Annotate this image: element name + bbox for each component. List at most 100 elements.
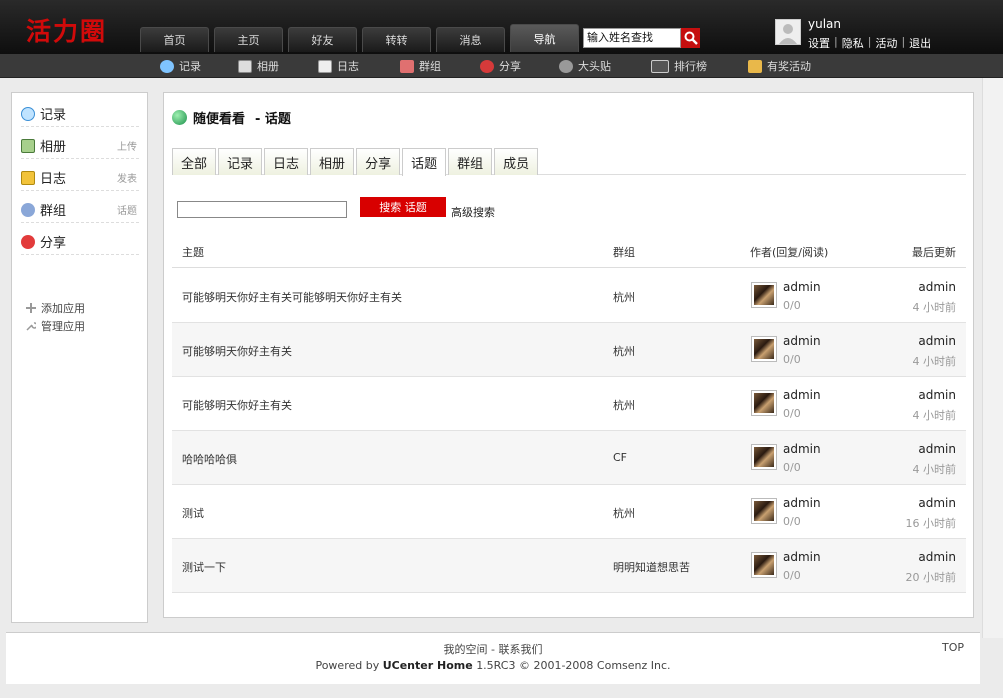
author-link[interactable]: admin bbox=[783, 496, 821, 510]
topic-search-input[interactable] bbox=[177, 201, 347, 218]
sidebar-item-doing[interactable]: 记录 bbox=[21, 101, 139, 127]
heart-icon bbox=[480, 59, 494, 73]
table-row: 可能够明天你好主有关 杭州 admin 0/0 admin 4 小时前 bbox=[172, 377, 966, 431]
logout-link[interactable]: 退出 bbox=[909, 35, 931, 51]
app-link-label: 添加应用 bbox=[41, 302, 85, 315]
topic-subject-link[interactable]: 可能够明天你好主有关 bbox=[182, 397, 292, 413]
tab-share[interactable]: 分享 bbox=[356, 148, 401, 175]
author-avatar[interactable] bbox=[751, 552, 777, 578]
column-author: 作者(回复/阅读) bbox=[750, 246, 829, 259]
sidebar-item-blog[interactable]: 日志 发表 bbox=[21, 165, 139, 191]
reply-view-count: 0/0 bbox=[783, 353, 801, 366]
sidebar-item-album[interactable]: 相册 上传 bbox=[21, 133, 139, 159]
name-search-input[interactable]: 输入姓名查找 bbox=[583, 28, 681, 48]
footer-links[interactable]: 我的空间 - 联系我们 bbox=[6, 641, 980, 657]
author-avatar[interactable] bbox=[751, 498, 777, 524]
table-header: 主题 群组 作者(回复/阅读) 最后更新 bbox=[172, 234, 966, 268]
page-scrollbar[interactable] bbox=[982, 78, 1003, 638]
last-update-time: 20 小时前 bbox=[905, 571, 957, 584]
site-logo[interactable]: 活力圈 bbox=[26, 12, 107, 48]
topic-subject-link[interactable]: 测试 bbox=[182, 505, 204, 521]
activity-link[interactable]: 活动 bbox=[875, 35, 897, 51]
sidebar-item-share[interactable]: 分享 bbox=[21, 229, 139, 255]
advanced-search-link[interactable]: 高级搜索 bbox=[451, 204, 495, 220]
last-author-link[interactable]: admin bbox=[918, 496, 956, 510]
author-link[interactable]: admin bbox=[783, 334, 821, 348]
subnav-item-prize[interactable]: 有奖活动 bbox=[748, 58, 811, 74]
author-avatar[interactable] bbox=[751, 390, 777, 416]
manage-app-link[interactable]: 管理应用 bbox=[26, 318, 85, 334]
settings-link[interactable]: 设置 bbox=[808, 35, 830, 51]
nav-tab-messages[interactable]: 消息 bbox=[436, 27, 505, 52]
table-row: 可能够明天你好主有关 杭州 admin 0/0 admin 4 小时前 bbox=[172, 323, 966, 377]
sidebar-item-group[interactable]: 群组 话题 bbox=[21, 197, 139, 223]
group-link[interactable]: 杭州 bbox=[613, 289, 635, 305]
tab-all[interactable]: 全部 bbox=[172, 148, 217, 175]
subnav-item-share[interactable]: 分享 bbox=[480, 58, 521, 74]
privacy-link[interactable]: 隐私 bbox=[842, 35, 864, 51]
post-blog-link[interactable]: 发表 bbox=[117, 170, 137, 185]
subnav-item-group[interactable]: 群组 bbox=[400, 58, 441, 74]
subnav-item-album[interactable]: 相册 bbox=[238, 58, 279, 74]
camera-icon bbox=[238, 59, 252, 73]
tab-group[interactable]: 群组 bbox=[448, 148, 493, 175]
group-link[interactable]: 杭州 bbox=[613, 397, 635, 413]
author-link[interactable]: admin bbox=[783, 388, 821, 402]
subnav-item-ranking[interactable]: 排行榜 bbox=[651, 58, 707, 74]
reply-view-count: 0/0 bbox=[783, 515, 801, 528]
subnav-item-doing[interactable]: 记录 bbox=[160, 58, 201, 74]
author-link[interactable]: admin bbox=[783, 280, 821, 294]
subnav-item-blog[interactable]: 日志 bbox=[318, 58, 359, 74]
tab-topic[interactable]: 话题 bbox=[402, 148, 447, 176]
last-author-link[interactable]: admin bbox=[918, 334, 956, 348]
group-link[interactable]: 杭州 bbox=[613, 343, 635, 359]
author-avatar[interactable] bbox=[751, 282, 777, 308]
upload-link[interactable]: 上传 bbox=[117, 138, 137, 153]
topic-subject-link[interactable]: 可能够明天你好主有关可能够明天你好主有关 bbox=[182, 289, 402, 305]
user-avatar[interactable] bbox=[775, 19, 801, 45]
pin-icon bbox=[400, 59, 414, 73]
add-app-link[interactable]: 添加应用 bbox=[26, 300, 85, 316]
tab-blog[interactable]: 日志 bbox=[264, 148, 309, 175]
author-avatar[interactable] bbox=[751, 336, 777, 362]
nav-tab-navigation[interactable]: 导航 bbox=[510, 24, 579, 52]
group-link[interactable]: 明明知道想思苦 bbox=[613, 559, 690, 575]
nav-tab-home[interactable]: 首页 bbox=[140, 27, 209, 52]
search-topic-button[interactable]: 搜索 话题 bbox=[360, 197, 446, 217]
last-author-link[interactable]: admin bbox=[918, 550, 956, 564]
topic-link[interactable]: 话题 bbox=[117, 202, 137, 217]
page-subtitle: - 话题 bbox=[255, 112, 291, 127]
subnav-item-headshot[interactable]: 大头贴 bbox=[559, 58, 611, 74]
tab-members[interactable]: 成员 bbox=[494, 148, 539, 175]
default-avatar-icon bbox=[779, 24, 797, 44]
last-update-time: 4 小时前 bbox=[912, 355, 957, 368]
wrench-icon bbox=[26, 322, 36, 331]
author-avatar[interactable] bbox=[751, 444, 777, 470]
search-button[interactable] bbox=[681, 28, 700, 48]
tab-doing[interactable]: 记录 bbox=[218, 148, 263, 175]
topic-subject-link[interactable]: 测试一下 bbox=[182, 559, 226, 575]
group-link[interactable]: 杭州 bbox=[613, 505, 635, 521]
last-author-link[interactable]: admin bbox=[918, 388, 956, 402]
subnav-label: 群组 bbox=[419, 60, 441, 73]
topic-subject-link[interactable]: 哈哈哈哈俱 bbox=[182, 451, 237, 467]
reply-view-count: 0/0 bbox=[783, 299, 801, 312]
author-link[interactable]: admin bbox=[783, 442, 821, 456]
notebook-icon bbox=[21, 170, 35, 185]
author-link[interactable]: admin bbox=[783, 550, 821, 564]
sub-nav: 记录 相册 日志 群组 分享 大头贴 排行榜 有奖活动 bbox=[0, 54, 1003, 78]
user-name[interactable]: yulan bbox=[808, 17, 841, 31]
nav-tab-browse[interactable]: 转转 bbox=[362, 27, 431, 52]
back-to-top-link[interactable]: TOP bbox=[942, 641, 964, 654]
last-author-link[interactable]: admin bbox=[918, 442, 956, 456]
page-title-text: 随便看看 bbox=[193, 112, 246, 127]
tab-album[interactable]: 相册 bbox=[310, 148, 355, 175]
last-author-link[interactable]: admin bbox=[918, 280, 956, 294]
group-link[interactable]: CF bbox=[613, 451, 627, 464]
topic-subject-link[interactable]: 可能够明天你好主有关 bbox=[182, 343, 292, 359]
table-row: 可能够明天你好主有关可能够明天你好主有关 杭州 admin 0/0 admin … bbox=[172, 269, 966, 323]
powered-product-link[interactable]: UCenter Home bbox=[383, 659, 473, 672]
subnav-label: 排行榜 bbox=[674, 60, 707, 73]
nav-tab-space[interactable]: 主页 bbox=[214, 27, 283, 52]
nav-tab-friends[interactable]: 好友 bbox=[288, 27, 357, 52]
